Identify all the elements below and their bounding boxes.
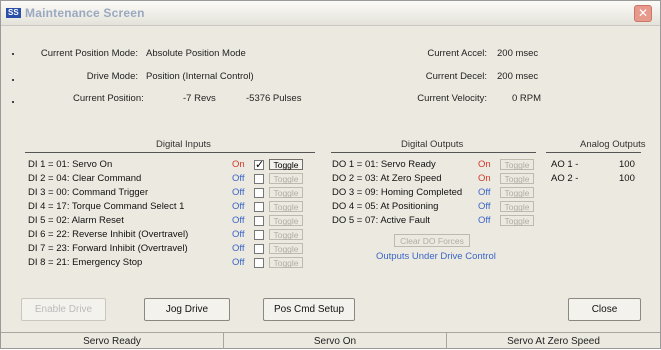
velocity-value: 0 RPM <box>511 93 541 104</box>
di-toggle-button[interactable]: Toggle <box>269 159 303 170</box>
ao-label: AO 2 - <box>551 173 579 184</box>
accel-value: 200 msec <box>497 48 539 59</box>
di-row-label: DI 1 = 01: Servo On <box>28 159 113 170</box>
do-row-label: DO 5 = 07: Active Fault <box>332 215 430 226</box>
position-revs: -7 Revs <box>183 93 216 104</box>
di-row-label: DI 4 = 17: Torque Command Select 1 <box>28 201 185 212</box>
di-toggle-button[interactable]: Toggle <box>269 243 303 254</box>
di-force-checkbox[interactable] <box>254 174 264 184</box>
status-servo-zero-speed: Servo At Zero Speed <box>447 332 660 350</box>
accel-label: Current Accel: <box>427 48 487 59</box>
di-state: Off <box>232 187 245 198</box>
di-row-label: DI 7 = 23: Forward Inhibit (Overtravel) <box>28 243 188 254</box>
edge-mark <box>12 101 14 103</box>
di-state: Off <box>232 173 245 184</box>
do-row-label: DO 1 = 01: Servo Ready <box>332 159 436 170</box>
velocity-label: Current Velocity: <box>417 93 487 104</box>
do-state: Off <box>478 187 491 198</box>
maintenance-window: SS Maintenance Screen ✕ Current Position… <box>0 0 661 349</box>
digital-inputs-header: Digital Inputs <box>156 139 211 150</box>
title-bar: SS Maintenance Screen ✕ <box>1 1 660 26</box>
di-row-label: DI 5 = 02: Alarm Reset <box>28 215 124 226</box>
position-label: Current Position: <box>73 93 144 104</box>
close-window-icon[interactable]: ✕ <box>634 5 652 22</box>
position-mode-value: Absolute Position Mode <box>146 48 246 59</box>
di-row-label: DI 3 = 00: Command Trigger <box>28 187 149 198</box>
ao-value: 100 <box>619 173 635 184</box>
app-icon: SS <box>6 8 21 18</box>
do-row-label: DO 4 = 05: At Positioning <box>332 201 439 212</box>
do-row-label: DO 2 = 03: At Zero Speed <box>332 173 442 184</box>
di-state: Off <box>232 229 245 240</box>
di-toggle-button[interactable]: Toggle <box>269 187 303 198</box>
do-toggle-button[interactable]: Toggle <box>500 201 534 212</box>
edge-mark <box>12 53 14 55</box>
di-row-label: DI 6 = 22: Reverse Inhibit (Overtravel) <box>28 229 189 240</box>
position-pulses: -5376 Pulses <box>246 93 302 104</box>
digital-outputs-header: Digital Outputs <box>401 139 464 150</box>
do-toggle-button[interactable]: Toggle <box>500 187 534 198</box>
ao-label: AO 1 - <box>551 159 579 170</box>
di-toggle-button[interactable]: Toggle <box>269 215 303 226</box>
decel-value: 200 msec <box>497 71 539 82</box>
do-row-label: DO 3 = 09: Homing Completed <box>332 187 463 198</box>
di-force-checkbox[interactable] <box>254 244 264 254</box>
do-state: On <box>478 159 491 170</box>
digital-outputs-divider <box>331 152 536 153</box>
outputs-control-status: Outputs Under Drive Control <box>376 251 496 262</box>
di-state: Off <box>232 215 245 226</box>
analog-outputs-header: Analog Outputs <box>580 139 646 150</box>
di-state: Off <box>232 243 245 254</box>
do-toggle-button[interactable]: Toggle <box>500 173 534 184</box>
di-state: Off <box>232 257 245 268</box>
drive-mode-label: Drive Mode: <box>86 71 138 82</box>
di-toggle-button[interactable]: Toggle <box>269 173 303 184</box>
do-toggle-button[interactable]: Toggle <box>500 159 534 170</box>
di-force-checkbox[interactable] <box>254 158 264 171</box>
status-servo-ready: Servo Ready <box>1 332 223 350</box>
edge-mark <box>12 79 14 81</box>
enable-drive-button[interactable]: Enable Drive <box>21 298 106 321</box>
di-state: On <box>232 159 245 170</box>
di-force-checkbox[interactable] <box>254 188 264 198</box>
drive-mode-value: Position (Internal Control) <box>146 71 254 82</box>
digital-inputs-divider <box>25 152 315 153</box>
di-force-checkbox[interactable] <box>254 230 264 240</box>
ao-value: 100 <box>619 159 635 170</box>
di-force-checkbox[interactable] <box>254 258 264 268</box>
decel-label: Current Decel: <box>425 71 487 82</box>
do-toggle-button[interactable]: Toggle <box>500 215 534 226</box>
do-state: On <box>478 173 491 184</box>
pos-cmd-setup-button[interactable]: Pos Cmd Setup <box>263 298 355 321</box>
close-button[interactable]: Close <box>568 298 641 321</box>
analog-outputs-divider <box>546 152 641 153</box>
clear-do-forces-button[interactable]: Clear DO Forces <box>394 234 470 247</box>
di-row-label: DI 2 = 04: Clear Command <box>28 173 142 184</box>
do-state: Off <box>478 215 491 226</box>
do-state: Off <box>478 201 491 212</box>
di-force-checkbox[interactable] <box>254 216 264 226</box>
di-toggle-button[interactable]: Toggle <box>269 201 303 212</box>
jog-drive-button[interactable]: Jog Drive <box>144 298 230 321</box>
di-row-label: DI 8 = 21: Emergency Stop <box>28 257 143 268</box>
status-servo-on: Servo On <box>224 332 446 350</box>
window-title: Maintenance Screen <box>25 6 145 20</box>
position-mode-label: Current Position Mode: <box>40 48 138 59</box>
di-toggle-button[interactable]: Toggle <box>269 257 303 268</box>
di-force-checkbox[interactable] <box>254 202 264 212</box>
di-toggle-button[interactable]: Toggle <box>269 229 303 240</box>
di-state: Off <box>232 201 245 212</box>
